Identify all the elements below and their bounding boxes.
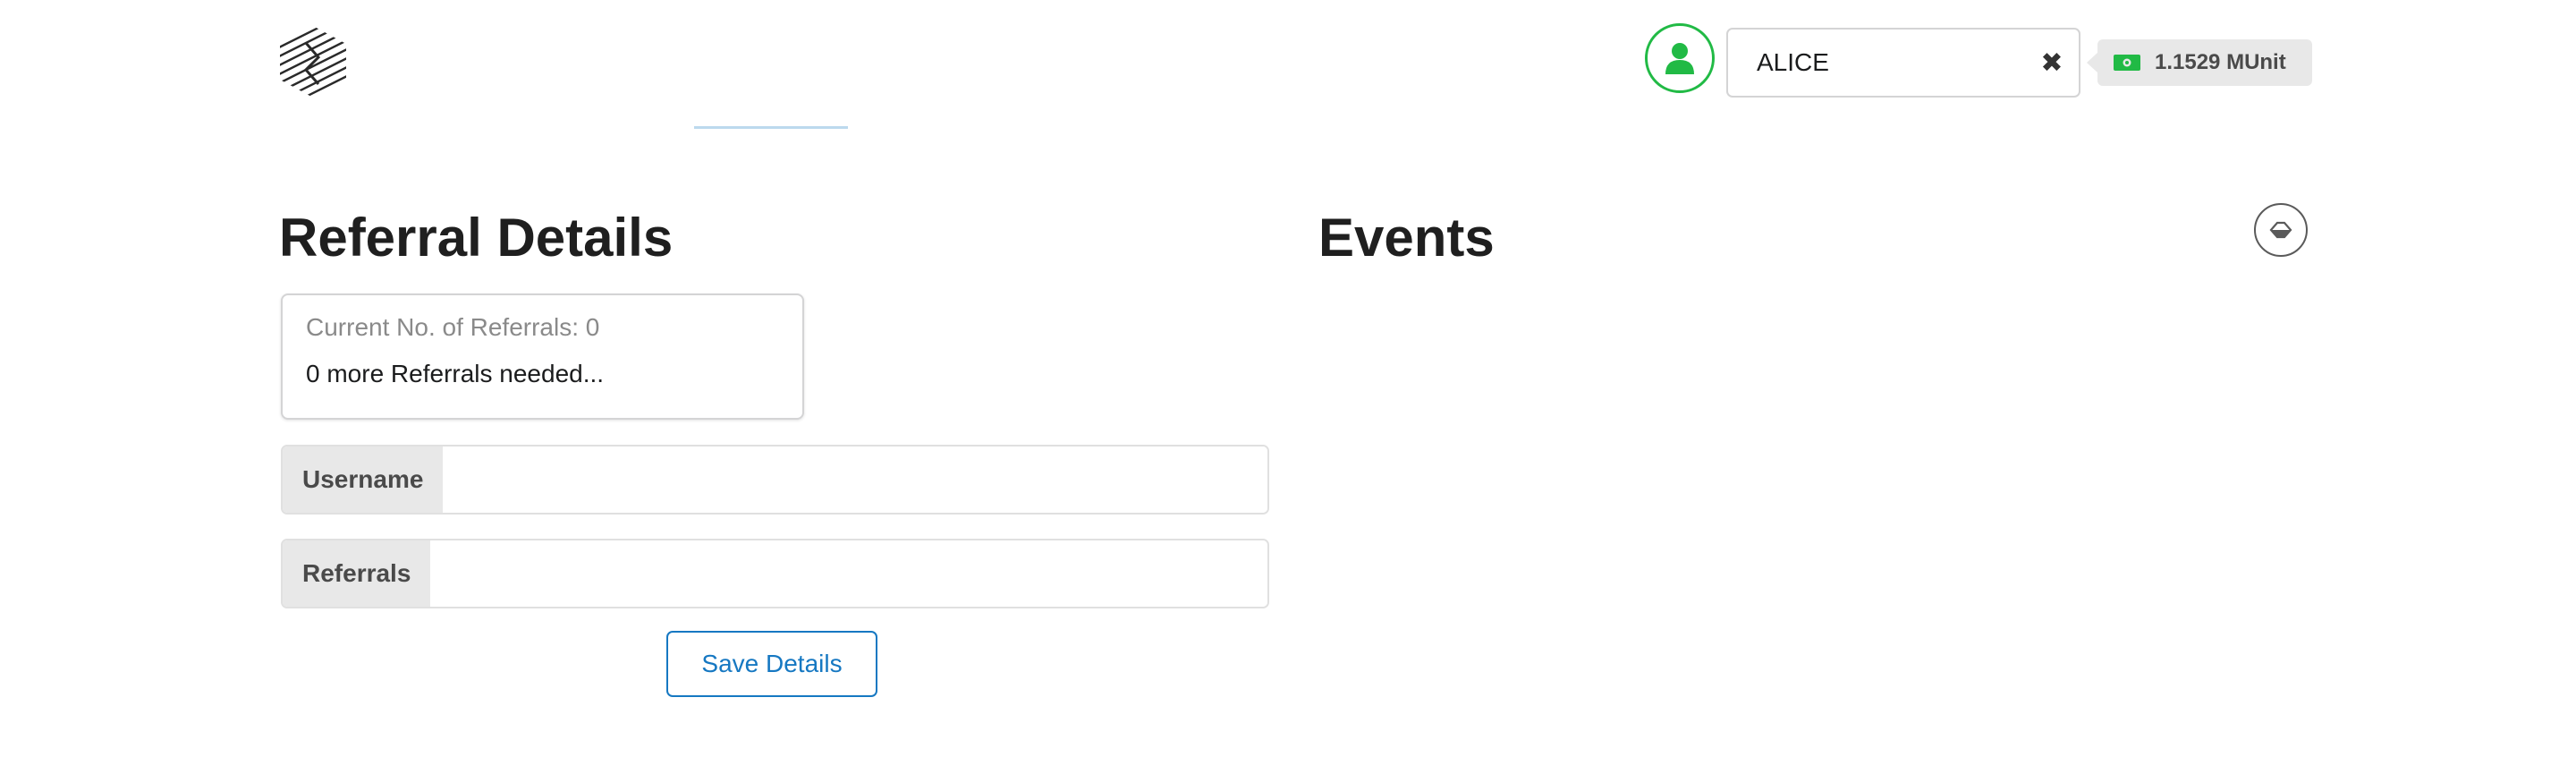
balance-label: 1.1529 MUnit xyxy=(2087,39,2312,86)
user-name: ALICE xyxy=(1757,48,1829,76)
events-title: Events xyxy=(1318,208,1495,268)
app-logo xyxy=(280,26,346,98)
referrals-input[interactable] xyxy=(430,540,1267,607)
username-label: Username xyxy=(283,447,444,513)
clear-user-icon[interactable]: ✖ xyxy=(2025,47,2079,79)
save-details-button[interactable]: Save Details xyxy=(666,631,877,697)
clear-events-button[interactable] xyxy=(2254,203,2308,257)
username-input[interactable] xyxy=(443,447,1267,513)
tab-underline xyxy=(694,126,848,129)
user-avatar-button[interactable] xyxy=(1645,23,1715,93)
username-field: Username xyxy=(281,445,1269,515)
money-icon xyxy=(2114,55,2140,71)
referrals-field: Referrals xyxy=(281,539,1269,608)
referral-info-card: Current No. of Referrals: 0 0 more Refer… xyxy=(281,293,804,420)
referrals-needed-text: 0 more Referrals needed... xyxy=(306,360,605,387)
current-referrals-text: Current No. of Referrals: 0 xyxy=(306,313,600,341)
referrals-label: Referrals xyxy=(283,540,431,607)
referral-title: Referral Details xyxy=(279,208,674,268)
user-icon xyxy=(1665,43,1694,74)
balance-value: 1.1529 MUnit xyxy=(2155,50,2286,74)
user-select[interactable]: ALICE ✖ xyxy=(1726,28,2080,98)
eraser-icon xyxy=(2269,221,2292,239)
